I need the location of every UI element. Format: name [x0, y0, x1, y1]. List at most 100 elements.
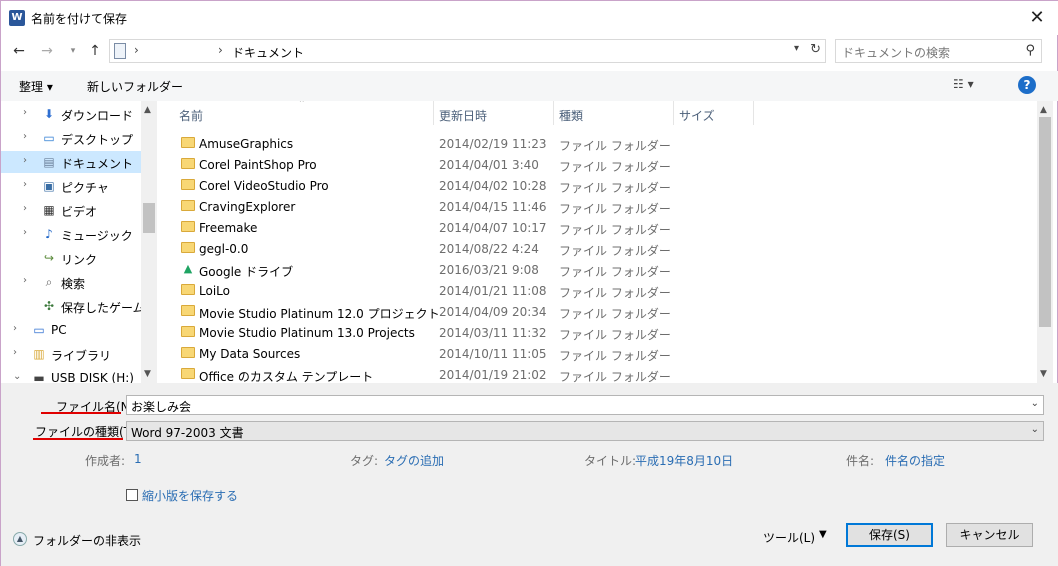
file-modified-date: 2014/03/11 11:32 [439, 326, 547, 340]
scroll-down-icon[interactable]: ▼ [144, 369, 151, 379]
search-placeholder[interactable]: ドキュメントの検索 [842, 44, 950, 61]
nav-item[interactable]: › ⌕ 検索 [1, 271, 141, 293]
folder-icon [181, 179, 195, 190]
file-type: ファイル フォルダー [559, 349, 671, 363]
up-button[interactable]: ↑ [85, 41, 105, 61]
organize-menu[interactable]: 整理 ▾ [19, 78, 53, 95]
column-header-type[interactable]: 種類 [559, 107, 583, 124]
column-divider[interactable] [433, 101, 434, 125]
nav-item[interactable]: › ▣ ピクチャ [1, 175, 141, 197]
folder-icon [181, 368, 195, 379]
view-options-button[interactable]: ☷ ▾ [953, 77, 974, 91]
nav-item[interactable]: › ▥ ライブラリ [1, 343, 141, 365]
nav-item[interactable]: › ⬇ ダウンロード [1, 103, 141, 125]
title-field[interactable]: 平成19年8月10日 [635, 452, 733, 469]
nav-item[interactable]: ⌄ ▬ USB DISK (H:) [1, 367, 141, 383]
expand-chevron-icon[interactable]: › [23, 227, 27, 238]
file-name: gegl-0.0 [199, 242, 249, 256]
navigation-pane: › ⬇ ダウンロード › ▭ デスクトップ › ▤ ドキュメント › ▣ ピクチャ › ▦ ビデオ › ♪ ミュー… [1, 101, 157, 383]
file-modified-date: 2014/02/19 11:23 [439, 137, 547, 151]
nav-item[interactable]: ↪ リンク [1, 247, 141, 269]
breadcrumb-current[interactable]: ドキュメント [232, 44, 304, 61]
save-thumbnail-checkbox[interactable] [126, 489, 138, 501]
expand-chevron-icon[interactable]: › [23, 179, 27, 190]
nav-item[interactable]: › ▭ デスクトップ [1, 127, 141, 149]
nav-item[interactable]: › ▤ ドキュメント [1, 151, 141, 173]
new-folder-button[interactable]: 新しいフォルダー [87, 78, 183, 95]
chevron-down-icon[interactable]: ▼ [819, 529, 827, 540]
breadcrumb-chevron-icon[interactable]: › [218, 43, 223, 57]
file-name: LoiLo [199, 284, 230, 298]
expand-chevron-icon[interactable]: › [13, 323, 17, 334]
chevron-up-icon[interactable]: ▲ [13, 532, 27, 546]
scroll-down-icon[interactable]: ▼ [1040, 369, 1047, 379]
file-row[interactable]: Corel PaintShop Pro 2014/04/01 3:40 ファイル フ… [157, 154, 1037, 175]
file-list-scroll-thumb[interactable] [1039, 117, 1051, 327]
expand-chevron-icon[interactable]: › [23, 203, 27, 214]
file-row[interactable]: My Data Sources 2014/10/11 11:05 ファイル フォルダ… [157, 343, 1037, 364]
file-name: Movie Studio Platinum 12.0 プロジェクト [199, 307, 440, 321]
file-row[interactable]: LoiLo 2014/01/21 11:08 ファイル フォルダー [157, 280, 1037, 301]
back-button[interactable]: ← [9, 41, 29, 61]
file-row[interactable]: AmuseGraphics 2014/02/19 11:23 ファイル フォルダー [157, 133, 1037, 154]
help-button[interactable]: ? [1018, 76, 1036, 94]
file-row[interactable]: Movie Studio Platinum 12.0 プロジェクト 2014/04… [157, 301, 1037, 322]
column-divider[interactable] [753, 101, 754, 125]
save-button[interactable]: 保存(S) [846, 523, 933, 547]
file-row[interactable]: Movie Studio Platinum 13.0 Projects 2014/… [157, 322, 1037, 343]
nav-item-label: ダウンロード [61, 109, 134, 123]
filename-value[interactable]: お楽しみ会 [131, 398, 191, 415]
subject-field[interactable]: 件名の指定 [885, 452, 945, 469]
title-bar: W 名前を付けて保存 ✕ [1, 1, 1058, 35]
expand-chevron-icon[interactable]: › [23, 131, 27, 142]
nav-item[interactable]: › ▭ PC [1, 319, 141, 341]
address-bar[interactable]: › › ドキュメント ▾ ↻ [109, 39, 826, 63]
nav-item[interactable]: › ▦ ビデオ [1, 199, 141, 221]
hide-folders-button[interactable]: フォルダーの非表示 [33, 532, 141, 549]
scroll-up-icon[interactable]: ▲ [1040, 105, 1047, 115]
search-icon[interactable]: ⚲ [1025, 43, 1035, 58]
expand-chevron-icon[interactable]: › [23, 107, 27, 118]
save-thumbnail-label[interactable]: 縮小版を保存する [142, 487, 238, 504]
game-icon: ✣ [43, 299, 55, 313]
scroll-up-icon[interactable]: ▲ [144, 105, 151, 115]
file-row[interactable]: Freemake 2014/04/07 10:17 ファイル フォルダー [157, 217, 1037, 238]
expand-chevron-icon[interactable]: › [23, 275, 27, 286]
filetype-select[interactable]: Word 97-2003 文書 ⌄ [126, 421, 1044, 441]
file-row[interactable]: gegl-0.0 2014/08/22 4:24 ファイル フォルダー [157, 238, 1037, 259]
tags-field[interactable]: タグの追加 [384, 452, 444, 469]
chevron-down-icon[interactable]: ⌄ [1031, 398, 1039, 409]
refresh-icon[interactable]: ↻ [810, 42, 821, 57]
forward-button[interactable]: → [37, 41, 57, 61]
column-header-size[interactable]: サイズ [679, 107, 715, 124]
nav-scrollbar[interactable]: ▲ ▼ [141, 101, 157, 383]
breadcrumb-chevron-icon[interactable]: › [134, 43, 139, 57]
nav-scroll-thumb[interactable] [143, 203, 155, 233]
filetype-value[interactable]: Word 97-2003 文書 [131, 424, 244, 441]
nav-item[interactable]: › ♪ ミュージック [1, 223, 141, 245]
cancel-button[interactable]: キャンセル [946, 523, 1033, 547]
download-icon: ⬇ [43, 107, 55, 121]
tools-menu[interactable]: ツール(L) [763, 529, 815, 546]
file-row[interactable]: CravingExplorer 2014/04/15 11:46 ファイル フォルダ… [157, 196, 1037, 217]
chevron-down-icon[interactable]: ⌄ [1031, 424, 1039, 435]
address-history-dropdown[interactable]: ▾ [794, 43, 799, 54]
expand-chevron-icon[interactable]: › [23, 155, 27, 166]
file-name: AmuseGraphics [199, 137, 294, 151]
column-divider[interactable] [553, 101, 554, 125]
search-box[interactable]: ドキュメントの検索 ⚲ [835, 39, 1042, 63]
file-row[interactable]: Corel VideoStudio Pro 2014/04/02 10:28 ファイ… [157, 175, 1037, 196]
filename-input[interactable]: お楽しみ会 ⌄ [126, 395, 1044, 415]
file-list-scrollbar[interactable]: ▲ ▼ [1037, 101, 1053, 383]
close-button[interactable]: ✕ [1025, 6, 1049, 30]
recent-locations-button[interactable]: ▾ [63, 41, 83, 61]
nav-item[interactable]: ✣ 保存したゲーム [1, 295, 145, 317]
file-row[interactable]: ▲ Google ドライブ 2016/03/21 9:08 ファイル フォルダー [157, 259, 1037, 280]
expand-chevron-icon[interactable]: › [13, 347, 17, 358]
author-field[interactable]: 1 [134, 452, 142, 466]
column-divider[interactable] [673, 101, 674, 125]
column-header-name[interactable]: 名前 [179, 107, 203, 124]
expand-chevron-icon[interactable]: ⌄ [13, 371, 21, 382]
file-row[interactable]: Office のカスタム テンプレート 2014/01/19 21:02 ファイル … [157, 364, 1037, 383]
column-header-date[interactable]: 更新日時 [439, 107, 487, 124]
